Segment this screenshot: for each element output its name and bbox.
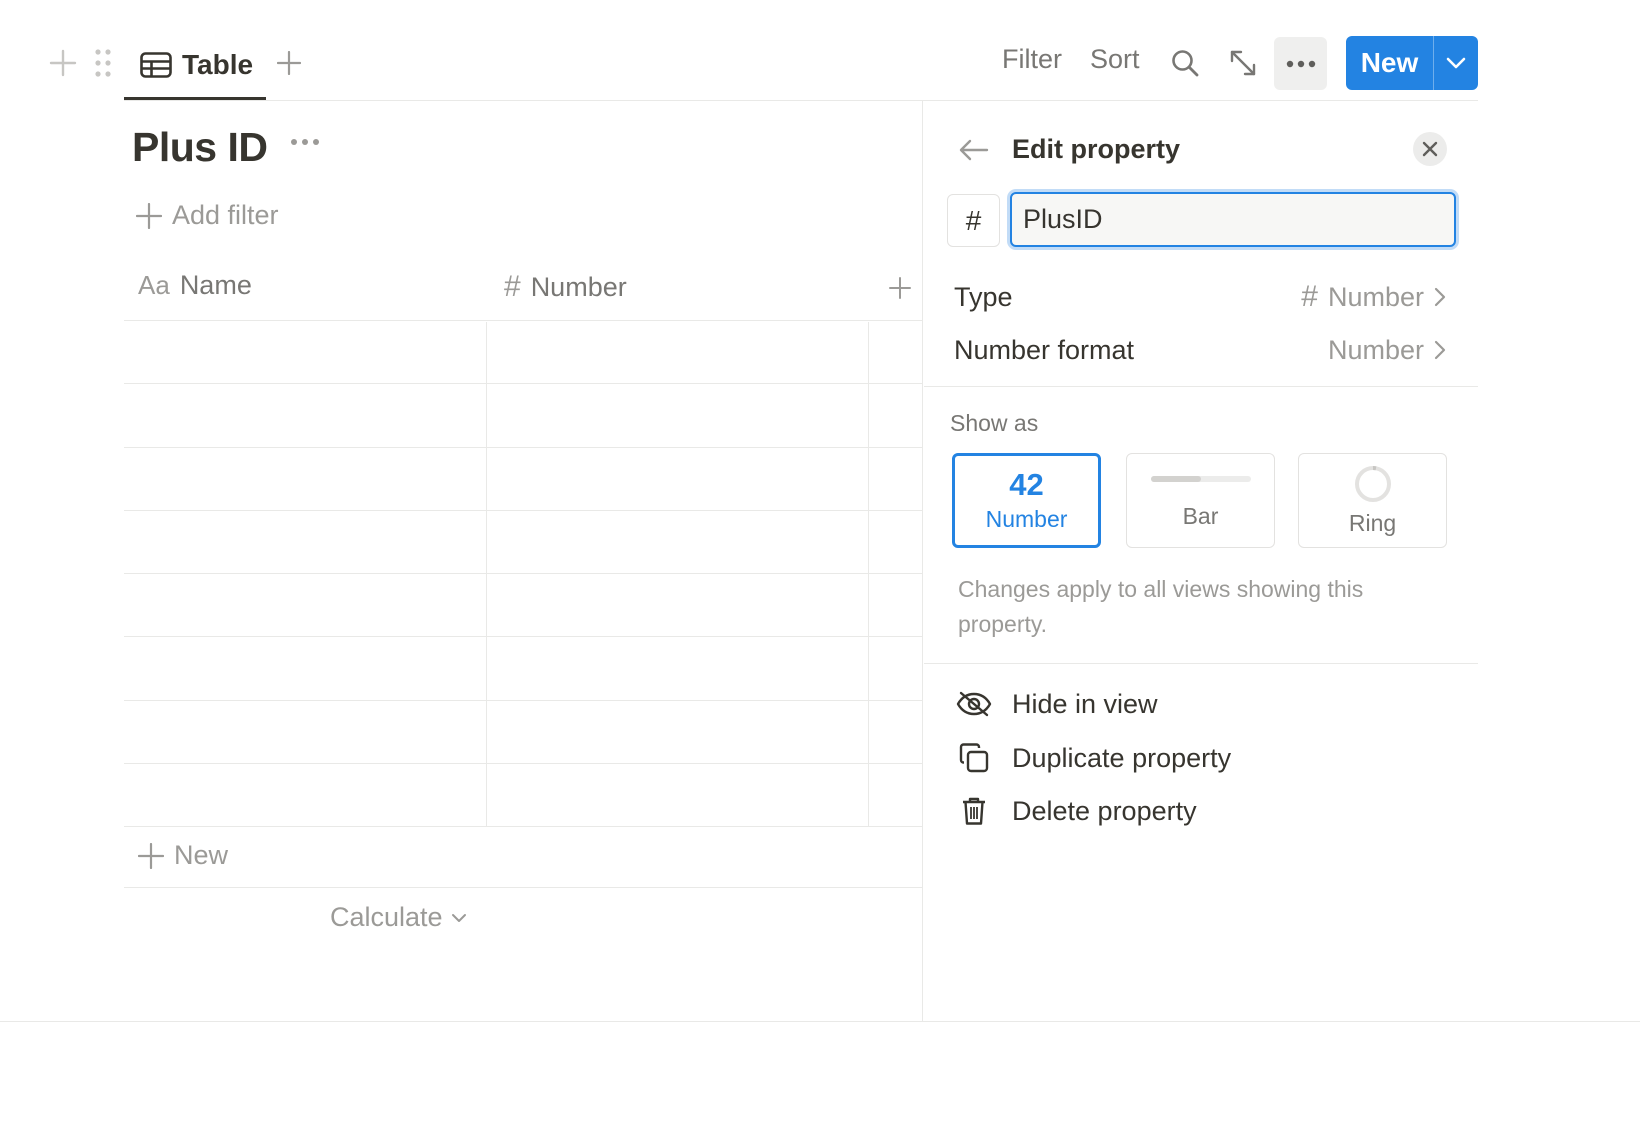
new-button-label: New [1360, 47, 1419, 78]
duplicate-property-button[interactable]: Duplicate property [956, 736, 1231, 780]
add-row-label: New [174, 840, 229, 870]
column-header-label: Number [530, 271, 627, 302]
new-button[interactable]: New [1346, 36, 1478, 90]
action-label: Duplicate property [1012, 742, 1232, 773]
plus-icon [136, 202, 162, 229]
expand-icon[interactable] [1226, 46, 1260, 80]
table-row[interactable] [124, 574, 922, 636]
filter-button[interactable]: Filter [1002, 44, 1062, 75]
table-row[interactable] [124, 764, 922, 826]
chevron-down-icon [451, 913, 467, 923]
add-row-button[interactable]: New [138, 840, 228, 871]
show-as-label: Show as [950, 410, 1039, 436]
back-arrow-icon[interactable] [956, 134, 992, 166]
table-icon [140, 52, 172, 78]
column-header-name[interactable]: Aa Name [138, 270, 252, 301]
type-key: Type [954, 281, 1013, 312]
chevron-down-icon[interactable] [1434, 36, 1478, 90]
duplicate-icon [956, 743, 992, 773]
hide-in-view-button[interactable]: Hide in view [956, 682, 1158, 726]
table-row-divider [124, 826, 922, 827]
action-label: Hide in view [1012, 688, 1158, 719]
column-header-label: Name [179, 270, 252, 300]
ring-preview-icon [1354, 466, 1391, 502]
number-preview: 42 [1009, 467, 1044, 502]
panel-section-divider [924, 386, 1478, 387]
plus-icon [138, 842, 164, 869]
option-label: Ring [1348, 510, 1397, 536]
eye-off-icon [956, 691, 992, 717]
close-icon [1422, 141, 1438, 157]
sort-button[interactable]: Sort [1090, 44, 1140, 75]
property-name-input[interactable] [1010, 192, 1456, 247]
column-divider [486, 322, 487, 826]
add-column-icon[interactable] [886, 274, 914, 302]
number-format-key: Number format [954, 334, 1135, 365]
number-format-value: Number [1327, 334, 1424, 365]
more-options-button[interactable] [1274, 37, 1327, 90]
drag-handle-icon[interactable] [90, 46, 116, 80]
option-label: Bar [1182, 503, 1219, 529]
chevron-right-icon [1434, 340, 1446, 360]
toolbar-divider [124, 100, 1478, 101]
table-row[interactable] [124, 384, 922, 446]
tab-table-label: Table [182, 49, 254, 80]
text-type-icon: Aa [138, 270, 170, 300]
table-row[interactable] [124, 321, 922, 383]
show-as-number-option[interactable]: 42 Number [952, 453, 1101, 548]
column-divider [868, 322, 869, 826]
calculate-button[interactable]: Calculate [330, 902, 467, 933]
panel-section-divider [924, 663, 1478, 664]
show-as-ring-option[interactable]: Ring [1298, 453, 1447, 548]
column-header-number[interactable]: # Number [504, 270, 627, 304]
panel-title: Edit property [1012, 134, 1181, 164]
changes-note: Changes apply to all views showing this … [958, 576, 1364, 637]
search-icon[interactable] [1168, 46, 1202, 80]
bar-preview-icon [1150, 476, 1251, 482]
bottom-divider [0, 1021, 1640, 1022]
tab-table-view[interactable]: Table [140, 40, 253, 90]
table-row[interactable] [124, 701, 922, 763]
delete-property-button[interactable]: Delete property [956, 789, 1197, 833]
number-type-icon: # [1301, 280, 1318, 313]
add-block-icon[interactable] [46, 46, 80, 80]
panel-divider [922, 100, 923, 1022]
calculate-label: Calculate [330, 902, 443, 932]
property-type-icon-button[interactable]: # [947, 194, 1000, 247]
add-filter-button[interactable]: Add filter [136, 200, 279, 231]
chevron-right-icon [1434, 287, 1446, 307]
action-label: Delete property [1012, 795, 1197, 826]
number-type-icon: # [504, 270, 521, 303]
page-title[interactable]: Plus ID [132, 124, 268, 171]
title-more-icon[interactable] [290, 138, 320, 146]
show-as-bar-option[interactable]: Bar [1126, 453, 1275, 548]
trash-icon [956, 796, 992, 826]
add-filter-label: Add filter [172, 200, 279, 230]
footer-divider [124, 887, 922, 888]
table-row[interactable] [124, 448, 922, 510]
type-row[interactable]: Type # Number [954, 277, 1446, 317]
option-label: Number [985, 506, 1068, 532]
more-horizontal-icon [1286, 60, 1315, 67]
add-view-icon[interactable] [274, 48, 304, 78]
close-button[interactable] [1413, 132, 1447, 166]
type-value: Number [1327, 281, 1424, 312]
number-format-row[interactable]: Number format Number [954, 330, 1446, 370]
table-row[interactable] [124, 637, 922, 699]
table-row[interactable] [124, 511, 922, 573]
